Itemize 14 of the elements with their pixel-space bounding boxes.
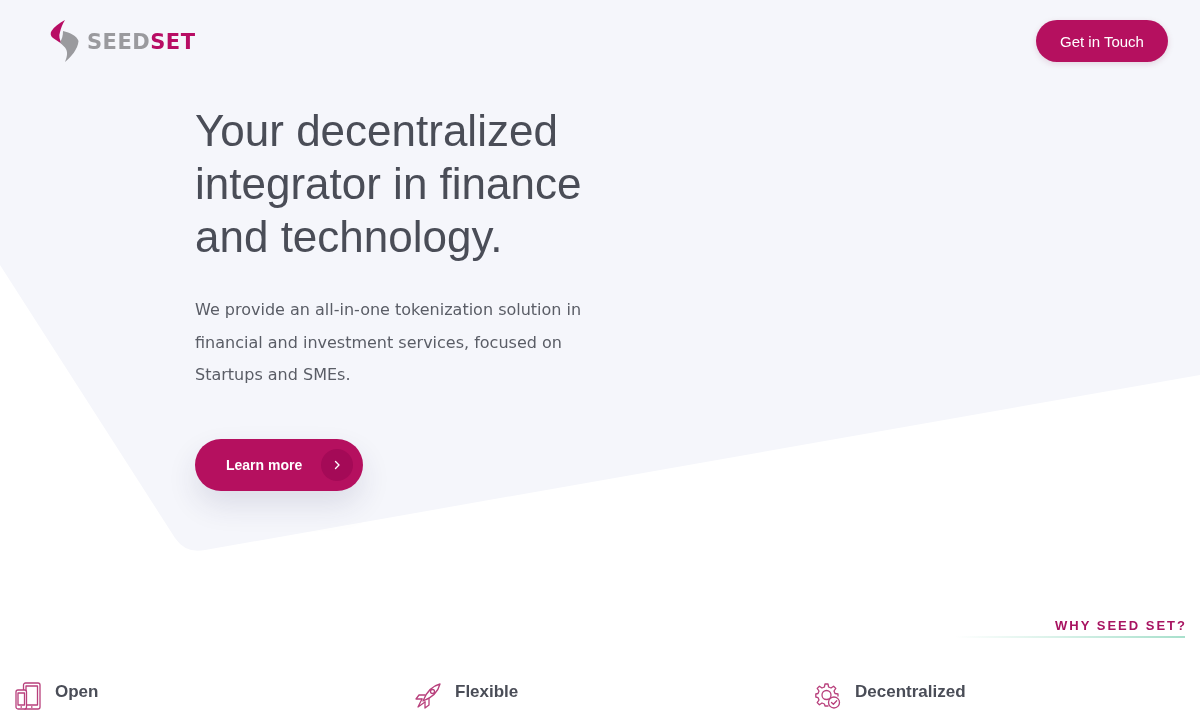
learn-more-button[interactable]: Learn more (195, 438, 364, 491)
feature-title: Decentralized (855, 681, 966, 702)
chevron-icon (321, 448, 354, 481)
logo-wordmark[interactable]: SEEDSET (87, 29, 196, 55)
hero-heading: Your decentralized integrator in finance and technology. (195, 105, 583, 263)
rocket-icon (415, 682, 441, 709)
devices-icon (15, 681, 41, 710)
get-in-touch-button[interactable]: Get in Touch (1036, 20, 1168, 62)
feature-title: Flexible (455, 681, 519, 702)
hero-description: We provide an all-in-one tokenization solution in financial and investment services, focused on Startups and SMEs. (195, 299, 583, 386)
logo-icon[interactable] (50, 20, 79, 62)
section-label: WHY SEED SET? (1055, 617, 1187, 633)
gear-check-icon (815, 682, 841, 709)
feature-title: Open (55, 681, 99, 702)
